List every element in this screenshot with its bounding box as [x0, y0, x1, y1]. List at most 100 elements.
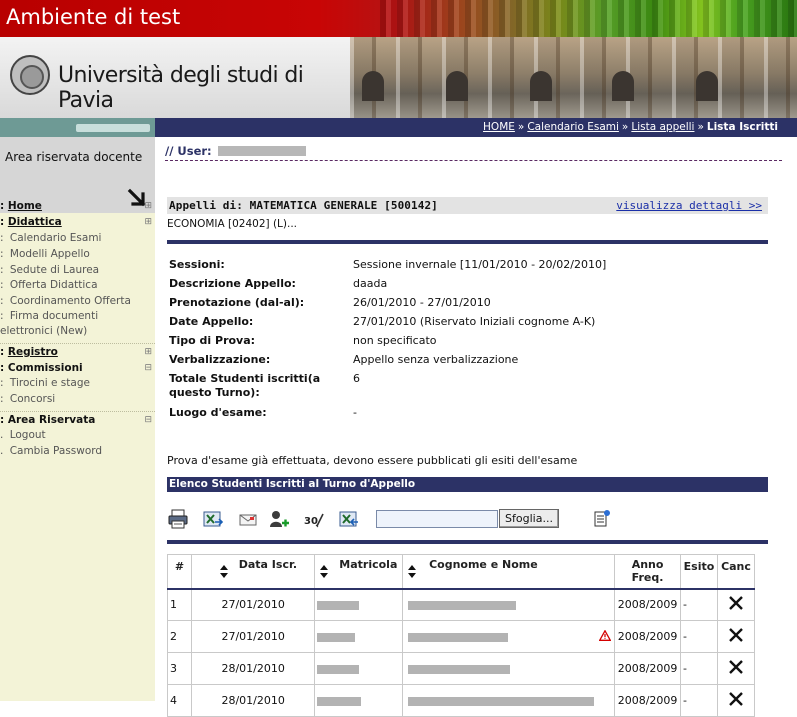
menu-expander-icon[interactable]: ⊟: [144, 415, 152, 425]
appelli-bar: Appelli di: MATEMATICA GENERALE [500142]…: [167, 197, 768, 214]
export-excel-icon[interactable]: [202, 508, 224, 530]
view-details-link[interactable]: visualizza dettagli >>: [616, 199, 762, 212]
menu-expander-icon[interactable]: ⊞: [144, 217, 152, 227]
sidebar-item-modelli-appello[interactable]: : Modelli Appello: [0, 248, 155, 260]
column-year-label: Freq.: [631, 571, 664, 585]
sidebar-item-home[interactable]: : Home ⊞: [0, 200, 155, 212]
info-value: Appello senza verbalizzazione: [353, 353, 519, 366]
cell-row-number: 2: [167, 620, 192, 653]
import-excel-icon[interactable]: [338, 508, 360, 530]
column-esito: Esito: [680, 554, 718, 590]
redacted-matricola: [317, 632, 356, 642]
email-icon[interactable]: [237, 508, 259, 530]
university-seal-icon: [10, 55, 50, 95]
info-label: Prenotazione (dal-al):: [169, 296, 304, 310]
menu-expander-icon[interactable]: ⊞: [144, 201, 152, 211]
environment-title: Ambiente di test: [6, 5, 181, 29]
students-table-body: 1 27/01/2010 2008/2009-2 27/01/2010 2008/200…: [167, 588, 756, 717]
column-num: #: [167, 554, 192, 590]
info-label-text: Prenotazione (dal-al):: [169, 296, 305, 309]
breadcrumb-separator: »: [517, 121, 525, 133]
sidebar-item-registro[interactable]: : Registro ⊞: [0, 346, 155, 358]
warning-icon[interactable]: [599, 630, 612, 641]
sidebar-item-label: Area Riservata: [7, 414, 96, 426]
sidebar-item-cambia-password[interactable]: . Cambia Password: [0, 445, 155, 457]
sidebar-item-calendario-esami[interactable]: : Calendario Esami: [0, 232, 155, 244]
sidebar-item-coordinamento-offerta[interactable]: : Coordinamento Offerta: [0, 295, 155, 307]
sidebar-item-elettronici-new[interactable]: elettronici (New): [0, 325, 155, 337]
grade-entry-icon[interactable]: 30: [303, 508, 325, 530]
cell-academic-year: 2008/2009: [614, 620, 682, 653]
appelli-title: Appelli di: MATEMATICA GENERALE [500142]: [169, 199, 438, 212]
sort-descending-icon[interactable]: [219, 572, 228, 578]
menu-bullet: :: [0, 295, 7, 307]
reserved-area-label: Area riservata docente: [5, 150, 143, 164]
redacted-matricola: [317, 664, 360, 674]
delete-registration-icon[interactable]: [728, 627, 744, 643]
info-label-text: Date Appello:: [169, 315, 254, 328]
breadcrumb-calendario-esami[interactable]: Calendario Esami: [527, 121, 619, 133]
arch-shape: [362, 71, 384, 101]
cell-cancel: [716, 588, 756, 621]
menu-expander-icon[interactable]: ⊟: [144, 363, 152, 373]
menu-bullet: :: [0, 393, 7, 405]
sidebar-item-area-riservata[interactable]: : Area Riservata ⊟: [0, 414, 155, 426]
menu-bullet: :: [0, 310, 7, 322]
menu-bullet: :: [0, 264, 7, 276]
sort-ascending-icon[interactable]: [408, 564, 417, 570]
sidebar-item-label: Sedute di Laurea: [9, 264, 100, 276]
upload-document-icon[interactable]: [591, 508, 613, 530]
redacted-matricola: [317, 696, 362, 706]
sidebar-item-didattica[interactable]: : Didattica ⊞: [0, 216, 155, 228]
info-label: Sessioni:: [169, 258, 225, 272]
breadcrumb-home[interactable]: HOME: [483, 121, 515, 133]
delete-registration-icon[interactable]: [728, 691, 744, 707]
arch-shape: [530, 71, 552, 101]
breadcrumb-lista-appelli[interactable]: Lista appelli: [631, 121, 694, 133]
section-divider: [167, 540, 768, 544]
sidebar-item-label: Coordinamento Offerta: [9, 295, 131, 307]
university-header: Università degli studi di Pavia: [0, 37, 797, 118]
add-student-icon[interactable]: [268, 508, 290, 530]
sidebar-item-label: elettronici (New): [0, 325, 88, 337]
sort-ascending-icon[interactable]: [219, 564, 228, 570]
sidebar-item-logout[interactable]: . Logout: [0, 429, 155, 441]
print-icon[interactable]: [167, 508, 189, 530]
info-value: 6: [353, 372, 360, 385]
column-matricola-label: Matricola: [339, 557, 398, 571]
breadcrumb-separator: »: [697, 121, 704, 133]
user-line: // User:: [165, 144, 782, 161]
info-label-text: Tipo di Prova:: [169, 334, 256, 347]
sidebar-item-offerta-didattica[interactable]: : Offerta Didattica: [0, 279, 155, 291]
sidebar-item-sedute-di-laurea[interactable]: : Sedute di Laurea: [0, 264, 155, 276]
students-table: # Data Iscr. Matricola Cognome e Nome An…: [167, 554, 756, 717]
sidebar-item-tirocini-e-stage[interactable]: : Tirocini e stage: [0, 377, 155, 389]
column-name: Cognome e Nome: [402, 554, 616, 590]
sidebar-item-commissioni[interactable]: : Commissioni ⊟: [0, 362, 155, 374]
column-year-label: Anno: [631, 558, 664, 572]
sidebar-item-label: Logout: [9, 429, 46, 441]
info-label-text: Totale Studenti iscritti(a: [169, 372, 321, 385]
file-upload-input[interactable]: [376, 510, 498, 528]
menu-bullet: :: [0, 279, 7, 291]
sort-descending-icon[interactable]: [408, 572, 417, 578]
courtyard-photo: [350, 37, 797, 118]
column-date: Data Iscr.: [190, 554, 316, 590]
redacted-student-name: [408, 664, 511, 674]
sidebar-item-firma-documenti[interactable]: : Firma documenti: [0, 310, 155, 322]
sidebar-top-bar: [0, 118, 155, 137]
column-canc: Canc: [716, 554, 756, 590]
sidebar-item-concorsi[interactable]: : Concorsi: [0, 393, 155, 405]
menu-bullet: .: [0, 429, 7, 441]
info-label-text: Descrizione Appello:: [169, 277, 296, 290]
menu-expander-icon[interactable]: ⊞: [144, 347, 152, 357]
user-label: // User:: [165, 144, 212, 158]
browse-button[interactable]: Sfoglia...: [499, 509, 559, 528]
sort-ascending-icon[interactable]: [320, 564, 329, 570]
sort-descending-icon[interactable]: [320, 572, 329, 578]
university-name: Università degli studi di Pavia: [58, 63, 304, 113]
delete-registration-icon[interactable]: [728, 595, 744, 611]
cell-academic-year: 2008/2009: [614, 588, 682, 621]
sidebar-item-label: Calendario Esami: [9, 232, 102, 244]
delete-registration-icon[interactable]: [728, 659, 744, 675]
